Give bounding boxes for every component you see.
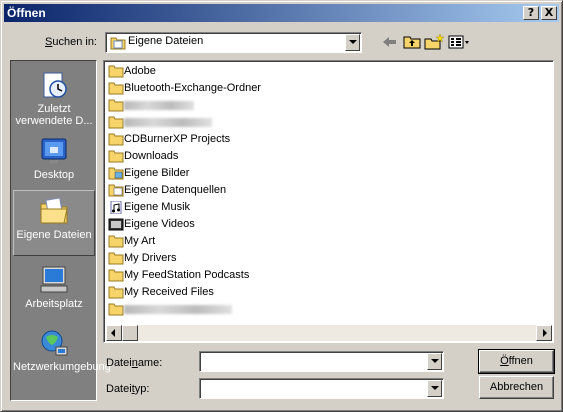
horizontal-scrollbar[interactable]: [106, 325, 552, 341]
dialog-title: Öffnen: [7, 6, 46, 20]
filename-combo[interactable]: [199, 351, 444, 372]
folder-icon: [108, 82, 124, 95]
look-in-dropdown-arrow[interactable]: [345, 34, 360, 51]
folder-icon: [108, 286, 124, 299]
title-bar[interactable]: Öffnen ? X: [4, 4, 559, 22]
close-button[interactable]: X: [541, 6, 557, 20]
folder-up-icon: [403, 36, 421, 49]
folder-icon: [108, 99, 124, 112]
cancel-button[interactable]: Abbrechen: [479, 376, 554, 399]
my-documents-small-icon: [110, 37, 126, 50]
file-list[interactable]: Adobe Bluetooth-Exchange-Ordner CDBurner…: [103, 60, 554, 343]
look-in-label: Suchen in:: [45, 36, 97, 48]
scroll-right-button[interactable]: [536, 325, 552, 341]
my-documents-icon: [40, 197, 68, 224]
scroll-left-button[interactable]: [106, 325, 122, 341]
scroll-thumb[interactable]: [122, 325, 138, 341]
videos-folder-icon: [108, 218, 124, 231]
place-desktop[interactable]: Desktop: [13, 131, 95, 183]
folder-icon: [108, 65, 124, 78]
redacted-name: [124, 301, 232, 319]
new-folder-button[interactable]: [423, 33, 445, 51]
open-button[interactable]: Öffnen: [478, 349, 555, 374]
network-places-icon: [41, 330, 68, 356]
folder-icon: [108, 235, 124, 248]
up-folder-button[interactable]: [401, 33, 423, 51]
folder-icon: [108, 116, 124, 129]
look-in-value: Eigene Dateien: [128, 35, 204, 47]
place-label: Desktop: [33, 169, 75, 181]
my-computer-icon: [40, 266, 68, 293]
desktop-icon: [41, 138, 67, 163]
filetype-dropdown-arrow[interactable]: [427, 380, 442, 397]
filetype-label: Dateityp:: [106, 383, 150, 395]
folder-icon: [108, 252, 124, 265]
new-folder-icon: [424, 33, 445, 50]
filename-dropdown-arrow[interactable]: [427, 353, 442, 370]
folder-icon: [108, 150, 124, 163]
redacted-name: [124, 114, 212, 132]
views-menu-button[interactable]: [447, 33, 473, 51]
place-my-documents[interactable]: Eigene Dateien: [13, 190, 95, 256]
place-recent[interactable]: Zuletzt verwendete D...: [13, 65, 95, 129]
filename-label: Dateiname:: [106, 357, 163, 369]
back-arrow-icon: [383, 37, 396, 47]
pictures-folder-icon: [108, 167, 124, 180]
recent-documents-icon: [43, 72, 67, 98]
look-in-combo[interactable]: Eigene Dateien: [105, 32, 362, 53]
views-menu-icon: [448, 35, 469, 49]
redacted-name: [124, 97, 194, 115]
datasources-folder-icon: [108, 184, 124, 197]
place-label: Netzwerkumgebung: [13, 361, 111, 373]
place-label: Arbeitsplatz: [25, 298, 83, 310]
help-button[interactable]: ?: [523, 6, 539, 20]
place-network[interactable]: Netzwerkumgebung: [13, 323, 111, 389]
place-label: Eigene Dateien: [16, 229, 92, 241]
place-label: Zuletzt verwendete D...: [15, 103, 93, 127]
place-my-computer[interactable]: Arbeitsplatz: [13, 260, 95, 316]
folder-icon: [108, 303, 124, 316]
folder-icon: [108, 269, 124, 282]
places-bar: Zuletzt verwendete D... Desktop Eigene D…: [10, 60, 111, 401]
open-dialog: Öffnen ? X Suchen in: Eigene Dateien Zul…: [0, 0, 563, 412]
music-folder-icon: [110, 201, 122, 214]
back-button[interactable]: [379, 33, 401, 51]
filetype-combo[interactable]: [199, 378, 444, 399]
folder-icon: [108, 133, 124, 146]
